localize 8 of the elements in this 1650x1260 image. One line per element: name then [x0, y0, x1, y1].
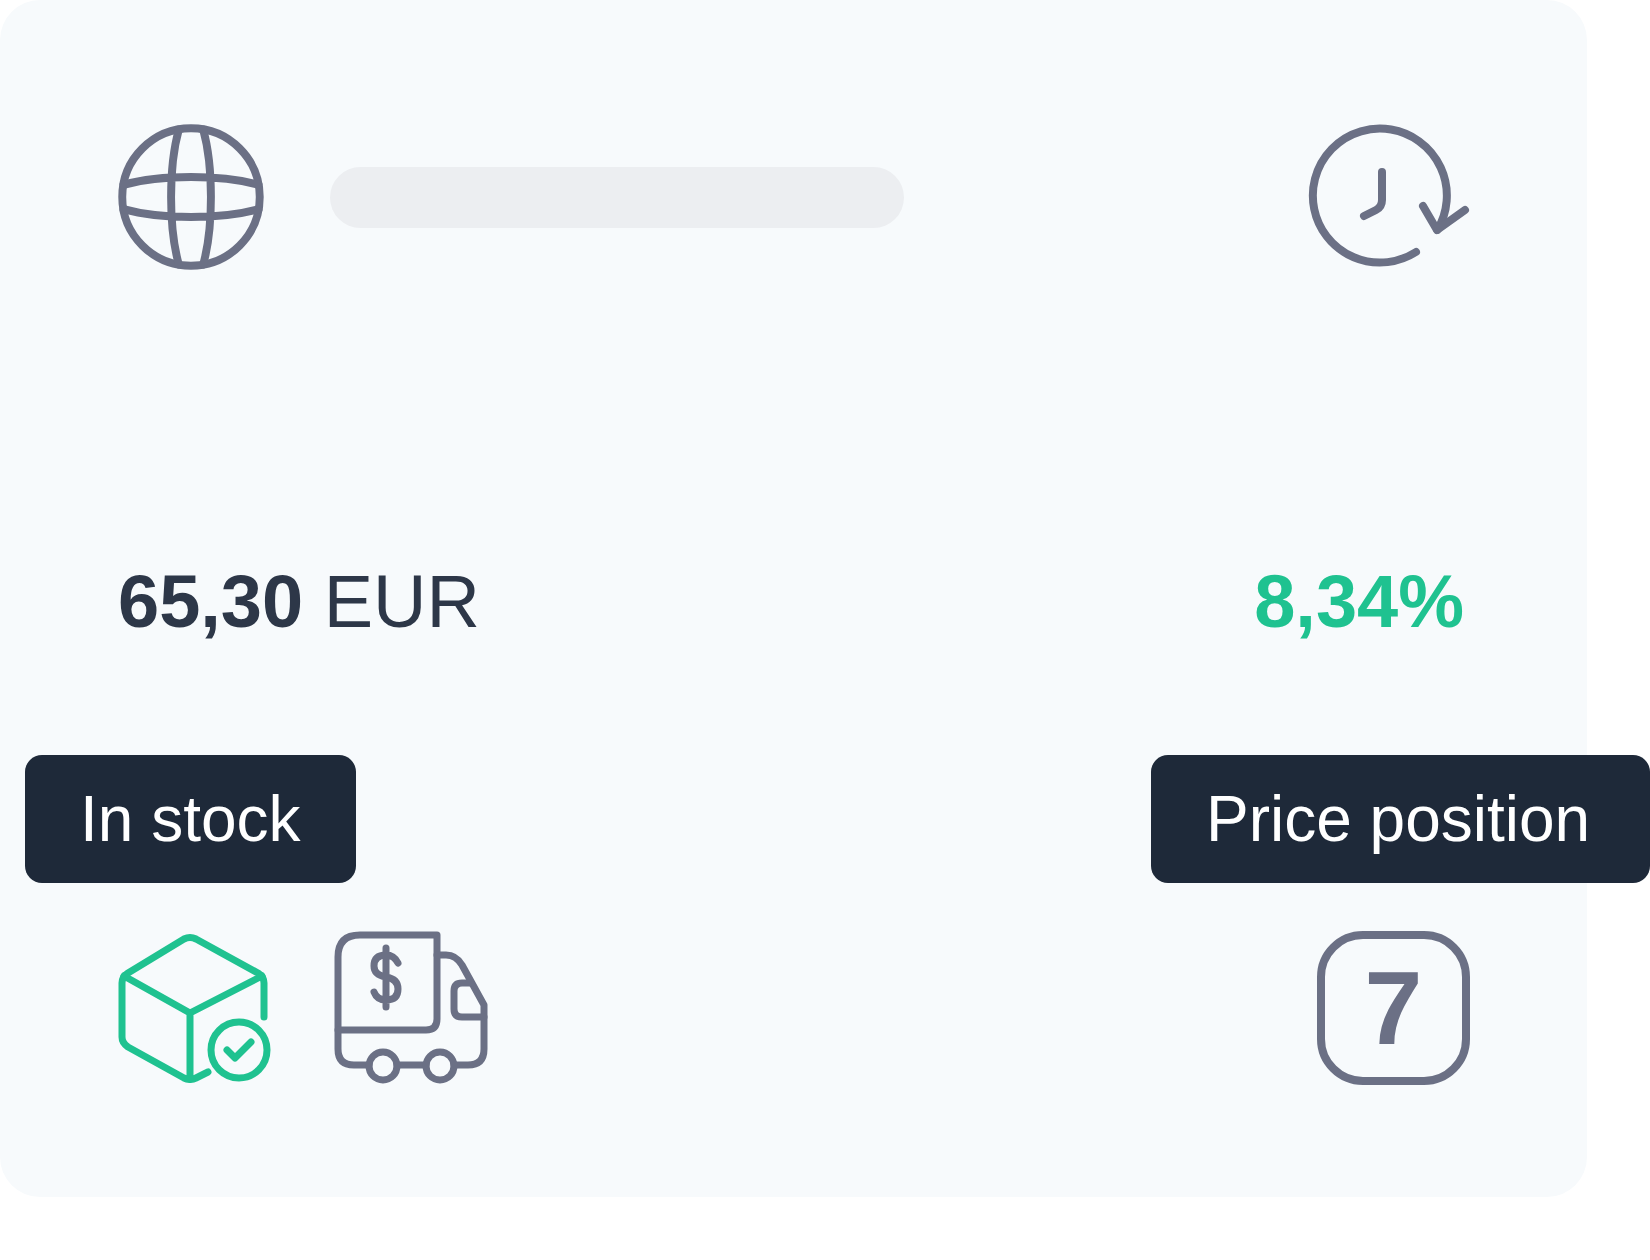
price-change-text: 8,34%	[1254, 565, 1465, 639]
tooltip: In stock	[25, 755, 356, 883]
truck-dollar-icon	[334, 931, 488, 1085]
globe-icon	[118, 124, 264, 270]
tooltip: Price position	[1151, 755, 1650, 883]
price-text: 65,30 EUR	[118, 565, 480, 639]
rank-badge: 7	[1317, 931, 1470, 1085]
clock-arrow-icon	[1306, 124, 1470, 270]
